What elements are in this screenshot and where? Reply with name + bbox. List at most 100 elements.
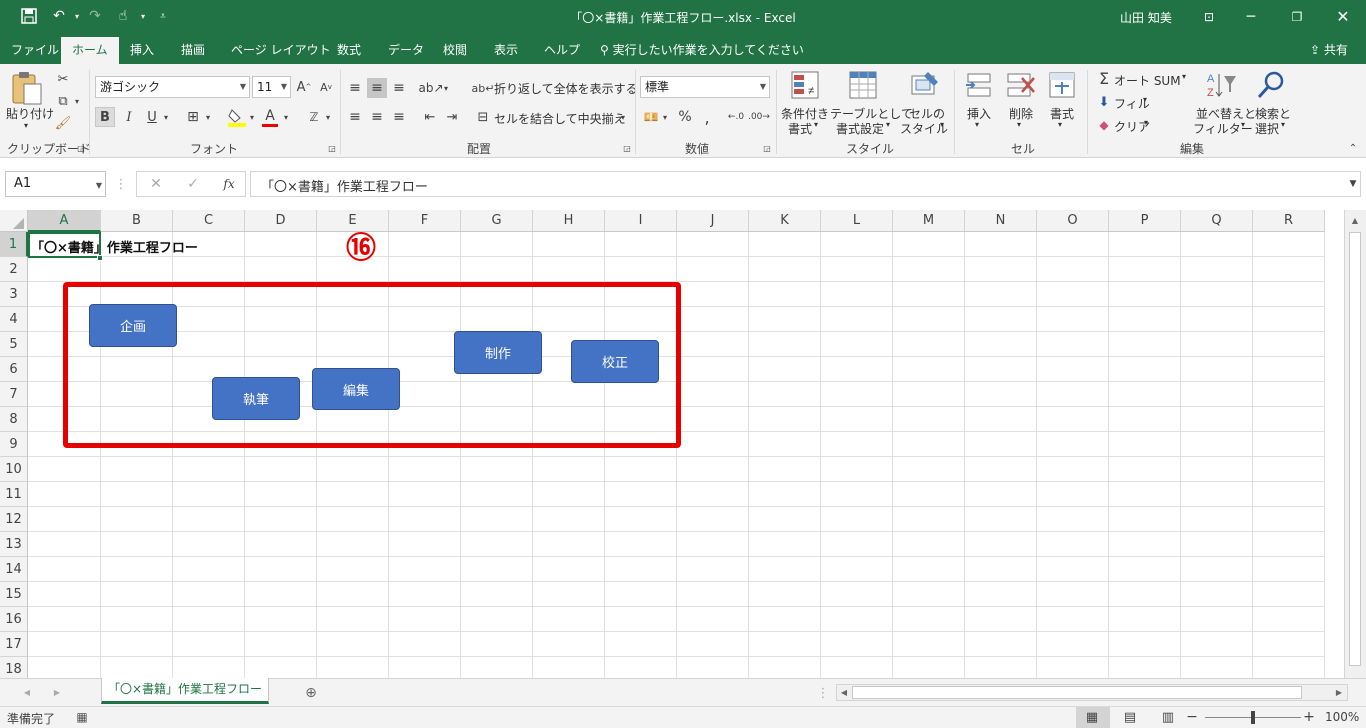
- tab-formulas[interactable]: 数式: [337, 37, 361, 64]
- comma-style-icon[interactable]: ,: [698, 107, 716, 127]
- font-name-select[interactable]: 游ゴシック ▼: [95, 76, 250, 98]
- zoom-level[interactable]: 100%: [1325, 710, 1359, 724]
- column-header-r[interactable]: R: [1253, 210, 1325, 232]
- fill-icon[interactable]: ⬇: [1095, 93, 1113, 111]
- wrap-text-icon[interactable]: ab↵: [472, 78, 495, 98]
- shape-proof[interactable]: 校正: [571, 340, 659, 383]
- row-header-4[interactable]: 4: [0, 307, 28, 332]
- shape-produce[interactable]: 制作: [454, 331, 542, 374]
- column-header-k[interactable]: K: [749, 210, 821, 232]
- sort-dropdown-icon[interactable]: ▾: [1241, 120, 1245, 129]
- font-launcher-icon[interactable]: ◲: [327, 143, 337, 153]
- phonetic-icon[interactable]: ℤ: [305, 107, 323, 127]
- row-header-16[interactable]: 16: [0, 607, 28, 632]
- tab-help[interactable]: ヘルプ: [544, 37, 580, 64]
- align-top-icon[interactable]: ≡: [345, 78, 365, 98]
- conditional-format-icon[interactable]: ≠: [790, 70, 822, 102]
- column-header-c[interactable]: C: [173, 210, 245, 232]
- number-launcher-icon[interactable]: ◲: [762, 143, 772, 153]
- decrease-decimal-icon[interactable]: .00→: [748, 107, 770, 127]
- row-header-11[interactable]: 11: [0, 482, 28, 507]
- zoom-in-icon[interactable]: +: [1303, 709, 1315, 725]
- cell-styles-icon[interactable]: [910, 70, 942, 102]
- cell-styles-dropdown-icon[interactable]: ▾: [940, 120, 944, 129]
- formula-input[interactable]: 「〇×書籍」作業工程フロー: [250, 171, 1361, 197]
- vertical-scroll-thumb[interactable]: [1349, 232, 1361, 666]
- row-header-3[interactable]: 3: [0, 282, 28, 307]
- align-center-icon[interactable]: ≡: [367, 107, 387, 127]
- copy-dropdown-icon[interactable]: ▾: [72, 92, 82, 110]
- percent-button[interactable]: %: [675, 107, 695, 127]
- tab-draw[interactable]: 描画: [181, 37, 205, 64]
- align-bottom-icon[interactable]: ≡: [389, 78, 409, 98]
- row-header-7[interactable]: 7: [0, 382, 28, 407]
- column-header-m[interactable]: M: [893, 210, 965, 232]
- paste-dropdown-icon[interactable]: ▾: [24, 121, 28, 130]
- tab-data[interactable]: データ: [388, 37, 424, 64]
- tab-insert[interactable]: 挿入: [130, 37, 154, 64]
- conditional-dropdown-icon[interactable]: ▾: [814, 120, 818, 129]
- merge-center-icon[interactable]: ⊟: [474, 107, 492, 127]
- font-color-dropdown-icon[interactable]: ▾: [281, 109, 291, 125]
- tab-home[interactable]: ホーム: [61, 37, 119, 64]
- row-header-17[interactable]: 17: [0, 632, 28, 657]
- decrease-indent-icon[interactable]: ⇤: [420, 107, 440, 127]
- column-header-q[interactable]: Q: [1181, 210, 1253, 232]
- font-color-icon[interactable]: A: [260, 106, 280, 128]
- add-sheet-icon[interactable]: ⊕: [301, 683, 321, 703]
- minimize-button[interactable]: ─: [1228, 0, 1274, 33]
- next-sheet-icon[interactable]: ▶: [50, 685, 64, 699]
- row-header-18[interactable]: 18: [0, 657, 28, 678]
- tab-page-layout[interactable]: ページ レイアウト: [231, 37, 331, 64]
- fill-color-icon[interactable]: [226, 106, 248, 128]
- decrease-font-icon[interactable]: Av: [318, 78, 334, 96]
- increase-font-icon[interactable]: A ^: [296, 78, 312, 96]
- prev-sheet-icon[interactable]: ◀: [20, 685, 34, 699]
- align-middle-icon[interactable]: ≡: [367, 78, 387, 98]
- zoom-slider-thumb[interactable]: [1251, 711, 1255, 724]
- worksheet-grid[interactable]: ABCDEFGHIJKLMNOPQR 1 2 3 4 5 6 7 8 9 10 11 12 13 14 15…: [0, 210, 1366, 678]
- format-as-table-icon[interactable]: [848, 70, 880, 102]
- autosum-dropdown-icon[interactable]: ▾: [1182, 72, 1186, 81]
- delete-cells-icon[interactable]: [1006, 70, 1038, 102]
- select-all-button[interactable]: [0, 210, 28, 232]
- underline-dropdown-icon[interactable]: ▾: [161, 109, 171, 125]
- column-header-d[interactable]: D: [245, 210, 317, 232]
- borders-icon[interactable]: ⊞: [183, 107, 203, 127]
- user-name[interactable]: 山田 知美: [1120, 9, 1172, 26]
- column-header-l[interactable]: L: [821, 210, 893, 232]
- share-button[interactable]: ⇪ 共有: [1310, 37, 1348, 64]
- autosum-icon[interactable]: Σ: [1095, 69, 1113, 88]
- scroll-up-icon[interactable]: ▲: [1347, 212, 1363, 228]
- name-box[interactable]: A1 ▼: [5, 171, 106, 197]
- page-break-view-icon[interactable]: ▥: [1159, 709, 1177, 725]
- italic-button[interactable]: I: [119, 107, 139, 127]
- scroll-left-icon[interactable]: ◀: [838, 686, 850, 699]
- font-size-select[interactable]: 11 ▼: [252, 76, 291, 98]
- cut-icon[interactable]: ✂: [54, 70, 72, 88]
- increase-indent-icon[interactable]: ⇥: [442, 107, 462, 127]
- scroll-right-icon[interactable]: ▶: [1333, 686, 1345, 699]
- column-header-h[interactable]: H: [533, 210, 605, 232]
- row-header-9[interactable]: 9: [0, 432, 28, 457]
- column-header-n[interactable]: N: [965, 210, 1037, 232]
- currency-icon[interactable]: 💴: [640, 107, 662, 127]
- tab-view[interactable]: 表示: [494, 37, 518, 64]
- sheet-tab-active[interactable]: 「〇×書籍」作業工程フロー: [101, 678, 269, 704]
- row-header-14[interactable]: 14: [0, 557, 28, 582]
- row-header-10[interactable]: 10: [0, 457, 28, 482]
- increase-decimal-icon[interactable]: ←.0: [726, 107, 746, 127]
- shape-write[interactable]: 執筆: [212, 377, 300, 420]
- column-header-f[interactable]: F: [389, 210, 461, 232]
- insert-dropdown-icon[interactable]: ▾: [975, 120, 979, 129]
- drag-handle-icon[interactable]: ⋮: [115, 174, 128, 194]
- fill-dropdown-icon[interactable]: ▾: [247, 109, 257, 125]
- row-header-12[interactable]: 12: [0, 507, 28, 532]
- column-header-e[interactable]: E: [317, 210, 389, 232]
- clear-dropdown-icon[interactable]: ▾: [1144, 118, 1148, 127]
- tell-me-box[interactable]: ⚲ 実行したい作業を入力してください: [600, 37, 804, 64]
- row-header-5[interactable]: 5: [0, 332, 28, 357]
- currency-dropdown-icon[interactable]: ▾: [660, 109, 670, 125]
- wrap-text-button[interactable]: 折り返して全体を表示する: [494, 80, 638, 97]
- format-dropdown-icon[interactable]: ▾: [1058, 120, 1062, 129]
